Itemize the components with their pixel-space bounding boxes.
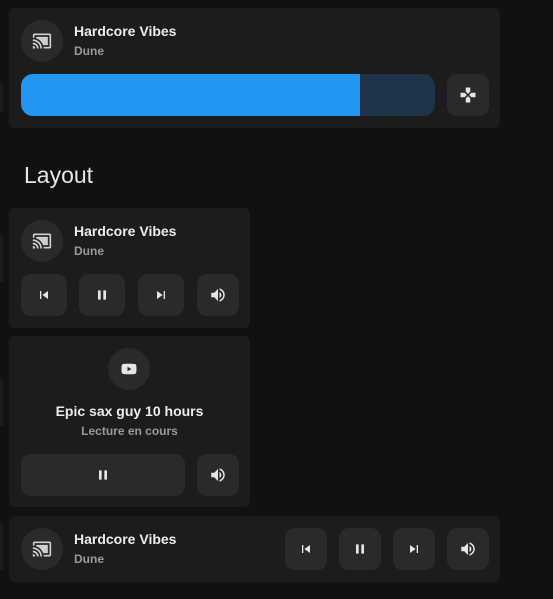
volume-icon <box>211 468 225 482</box>
next-icon <box>410 545 418 553</box>
card-edge <box>0 380 3 426</box>
media-subtitle: Dune <box>74 552 104 566</box>
volume-button[interactable] <box>197 454 239 496</box>
media-title: Hardcore Vibes <box>74 223 177 239</box>
volume-button[interactable] <box>447 528 489 570</box>
gamepad-icon <box>460 87 476 103</box>
youtube-icon[interactable] <box>108 348 150 390</box>
media-card-vertical: Epic sax guy 10 hours Lecture en cours <box>9 336 250 507</box>
previous-button[interactable] <box>21 274 67 316</box>
next-button[interactable] <box>393 528 435 570</box>
volume-slider[interactable] <box>21 74 435 116</box>
media-title: Hardcore Vibes <box>74 23 177 39</box>
previous-button[interactable] <box>285 528 327 570</box>
pause-button[interactable] <box>79 274 125 316</box>
pause-button[interactable] <box>339 528 381 570</box>
media-title: Hardcore Vibes <box>74 531 177 547</box>
cast-icon[interactable] <box>21 220 63 262</box>
media-subtitle: Dune <box>74 244 104 258</box>
gamepad-button[interactable] <box>447 74 489 116</box>
previous-icon <box>302 545 310 553</box>
next-button[interactable] <box>138 274 184 316</box>
pause-icon <box>356 544 364 554</box>
media-title: Epic sax guy 10 hours <box>55 403 204 419</box>
volume-icon <box>461 542 475 556</box>
previous-icon <box>40 291 48 299</box>
cast-icon[interactable] <box>21 20 63 62</box>
volume-button[interactable] <box>197 274 239 316</box>
pause-icon <box>99 470 107 480</box>
volume-icon <box>211 288 225 302</box>
media-subtitle: Lecture en cours <box>81 424 178 438</box>
media-card-horizontal: Hardcore Vibes Dune <box>9 516 500 582</box>
pause-icon <box>98 290 106 300</box>
media-card-compact: Hardcore Vibes Dune <box>9 208 250 328</box>
card-edge <box>0 84 3 112</box>
card-edge <box>0 236 3 282</box>
media-subtitle: Dune <box>74 44 104 58</box>
pause-button[interactable] <box>21 454 185 496</box>
next-icon <box>157 291 165 299</box>
card-edge <box>0 524 3 570</box>
section-heading: Layout <box>24 162 94 188</box>
cast-icon[interactable] <box>21 528 63 570</box>
volume-slider-fill <box>21 74 361 116</box>
